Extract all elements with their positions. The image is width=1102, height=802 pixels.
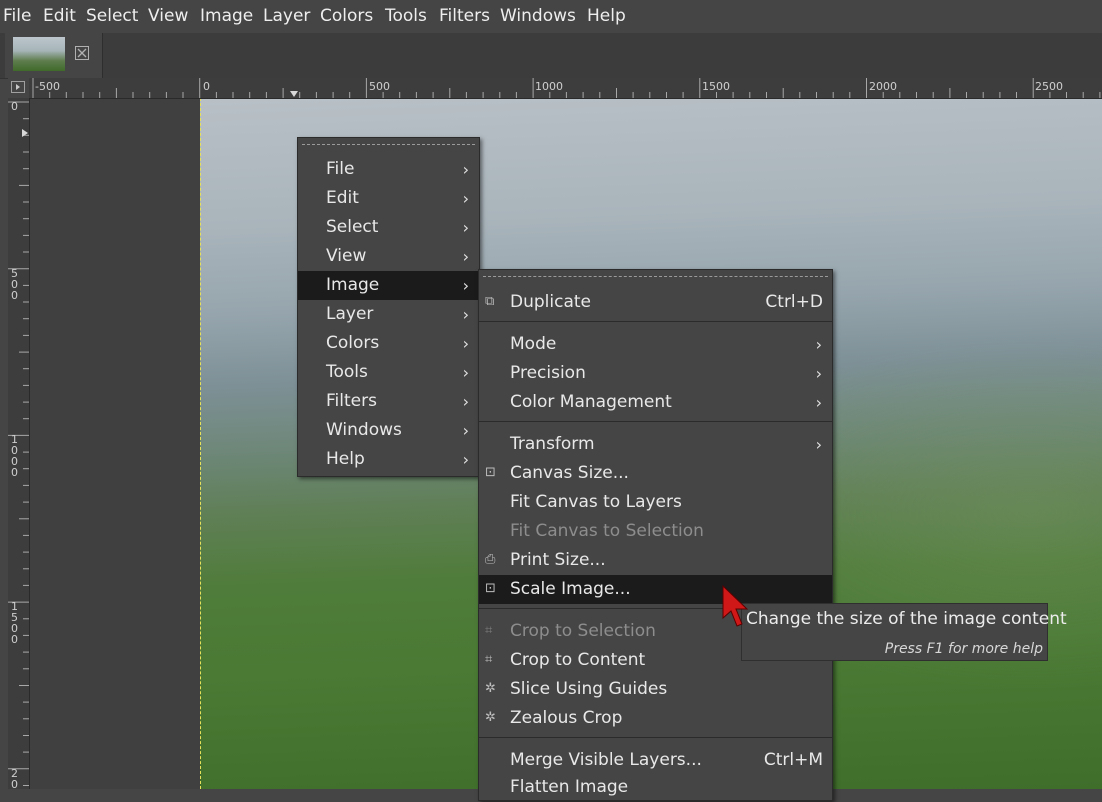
chevron-right-icon: › xyxy=(462,276,469,295)
hruler-label: 2500 xyxy=(1035,80,1063,93)
vruler-label: 2 0 xyxy=(11,767,18,789)
context-menu-windows[interactable]: Windows › xyxy=(298,416,479,445)
context-menu-edit[interactable]: Edit › xyxy=(298,184,479,213)
context-menu: File › Edit › Select › View › Image › Layer › … xyxy=(297,137,480,477)
chevron-right-icon: › xyxy=(815,393,822,412)
menubar-view[interactable]: View xyxy=(148,0,188,33)
tooltip: Change the size of the image content Pre… xyxy=(741,603,1067,661)
menu-mode[interactable]: Mode › xyxy=(479,330,832,359)
menubar-tools[interactable]: Tools xyxy=(385,0,427,33)
chevron-right-icon: › xyxy=(462,189,469,208)
duplicate-icon: ⧉ xyxy=(485,294,495,309)
ruler-corner[interactable] xyxy=(8,78,29,98)
menu-print-size[interactable]: ⎙ Print Size... xyxy=(479,546,832,575)
chevron-right-icon: › xyxy=(462,363,469,382)
hruler-label: 0 xyxy=(203,80,210,93)
menubar-layer[interactable]: Layer xyxy=(263,0,310,33)
chevron-right-icon: › xyxy=(462,160,469,179)
menu-scale-image[interactable]: ⊡ Scale Image... xyxy=(479,575,832,604)
vruler-label: 5 0 0 xyxy=(11,267,18,302)
canvas-size-icon: ⊡ xyxy=(485,465,496,480)
menu-separator xyxy=(479,737,832,738)
context-menu-select[interactable]: Select › xyxy=(298,213,479,242)
vruler-label: 1 0 0 0 xyxy=(11,433,18,479)
menubar: File Edit Select View Image Layer Colors… xyxy=(0,0,1102,33)
tooltip-help: Press F1 for more help xyxy=(884,641,1043,657)
menubar-edit[interactable]: Edit xyxy=(43,0,76,33)
menu-canvas-size[interactable]: ⊡ Canvas Size... xyxy=(479,459,832,488)
gear-icon: ✲ xyxy=(485,710,496,725)
vruler-label: 0 xyxy=(11,100,18,113)
context-menu-layer[interactable]: Layer › xyxy=(298,300,479,329)
context-menu-filters[interactable]: Filters › xyxy=(298,387,479,416)
context-menu-file[interactable]: File › xyxy=(298,155,479,184)
menu-flatten-image[interactable]: Flatten Image xyxy=(479,773,832,802)
menubar-filters[interactable]: Filters xyxy=(439,0,490,33)
vertical-ruler[interactable]: 0 5 0 0 1 0 0 0 1 5 0 0 2 0 xyxy=(8,98,30,789)
horizontal-ruler[interactable]: -500 0 500 1000 1500 2000 2500 xyxy=(29,78,1102,99)
menu-merge-visible[interactable]: Merge Visible Layers... Ctrl+M xyxy=(479,746,832,775)
chevron-right-icon: › xyxy=(462,421,469,440)
chevron-right-icon: › xyxy=(462,247,469,266)
printer-icon: ⎙ xyxy=(485,552,496,567)
tearoff-line[interactable] xyxy=(483,276,828,277)
hruler-label: 1000 xyxy=(535,80,563,93)
tooltip-text: Change the size of the image content xyxy=(746,609,1067,629)
scale-image-icon: ⊡ xyxy=(485,581,496,596)
vruler-label: 1 5 0 0 xyxy=(11,600,18,646)
image-tab-strip xyxy=(0,33,1102,79)
menubar-select[interactable]: Select xyxy=(86,0,138,33)
chevron-right-icon: › xyxy=(462,450,469,469)
chevron-right-icon: › xyxy=(462,392,469,411)
chevron-right-icon: › xyxy=(462,334,469,353)
context-menu-tools[interactable]: Tools › xyxy=(298,358,479,387)
menu-fit-canvas-layers[interactable]: Fit Canvas to Layers xyxy=(479,488,832,517)
context-menu-help[interactable]: Help › xyxy=(298,445,479,474)
menubar-colors[interactable]: Colors xyxy=(320,0,373,33)
context-menu-view[interactable]: View › xyxy=(298,242,479,271)
mouse-cursor-icon xyxy=(722,584,749,627)
menu-duplicate[interactable]: ⧉ Duplicate Ctrl+D xyxy=(479,288,832,317)
gear-icon: ✲ xyxy=(485,681,496,696)
menubar-file[interactable]: File xyxy=(3,0,31,33)
chevron-right-icon: › xyxy=(815,364,822,383)
chevron-right-icon: › xyxy=(462,305,469,324)
chevron-right-icon: › xyxy=(815,335,822,354)
chevron-right-icon: › xyxy=(462,218,469,237)
hruler-ticks xyxy=(32,78,1101,98)
image-tab[interactable] xyxy=(5,33,103,78)
navigate-icon[interactable] xyxy=(11,81,25,93)
menu-separator xyxy=(479,321,832,322)
menubar-image[interactable]: Image xyxy=(200,0,253,33)
hruler-label: 2000 xyxy=(869,80,897,93)
chevron-right-icon: › xyxy=(815,435,822,454)
context-menu-colors[interactable]: Colors › xyxy=(298,329,479,358)
menu-zealous-crop[interactable]: ✲ Zealous Crop xyxy=(479,704,832,733)
hruler-label: 500 xyxy=(369,80,390,93)
hruler-label: -500 xyxy=(35,80,60,93)
crop-icon: ⌗ xyxy=(485,652,493,667)
menu-precision[interactable]: Precision › xyxy=(479,359,832,388)
menu-separator xyxy=(479,421,832,422)
close-icon[interactable] xyxy=(75,46,89,60)
menubar-windows[interactable]: Windows xyxy=(500,0,576,33)
menu-fit-canvas-selection: Fit Canvas to Selection xyxy=(510,521,704,541)
context-menu-image[interactable]: Image › xyxy=(298,271,479,300)
image-thumbnail xyxy=(13,37,65,71)
menubar-help[interactable]: Help xyxy=(587,0,626,33)
menu-color-management[interactable]: Color Management › xyxy=(479,388,832,417)
crop-icon: ⌗ xyxy=(485,623,493,638)
menu-slice-guides[interactable]: ✲ Slice Using Guides xyxy=(479,675,832,704)
menu-transform[interactable]: Transform › xyxy=(479,430,832,459)
image-submenu: ⧉ Duplicate Ctrl+D Mode › Precision › Colo… xyxy=(478,269,833,801)
hruler-label: 1500 xyxy=(702,80,730,93)
tearoff-line[interactable] xyxy=(302,144,475,145)
